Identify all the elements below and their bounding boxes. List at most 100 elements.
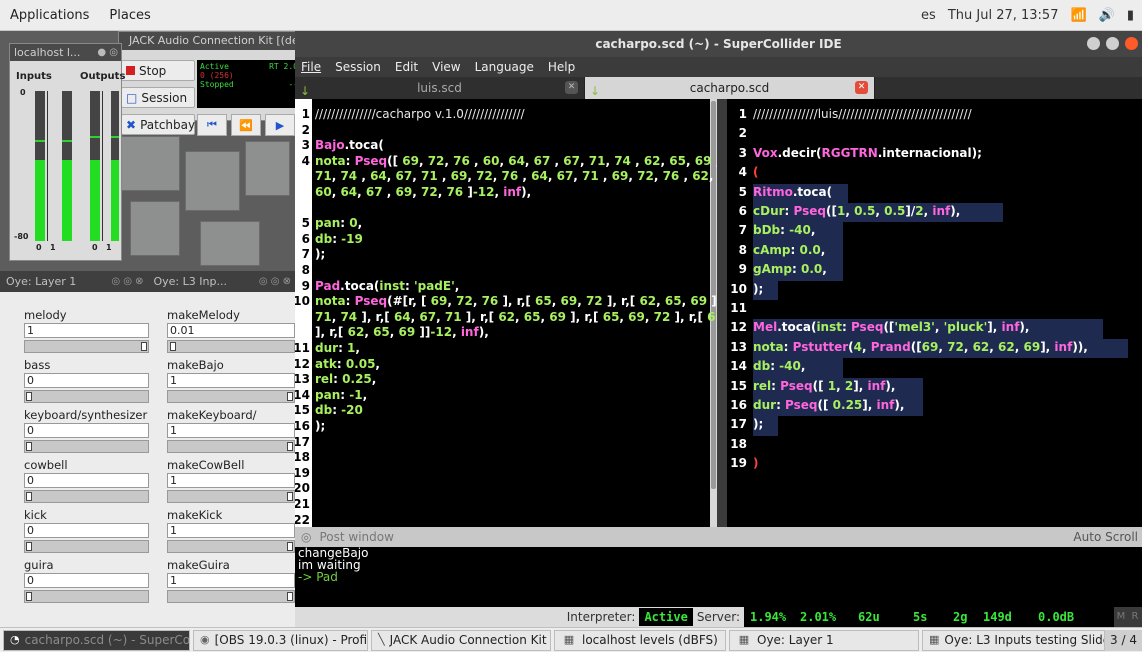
output-meter-0 <box>90 91 100 241</box>
levels-titlebar[interactable]: localhost l... ● ◎ <box>10 44 121 61</box>
keyboard-layout-indicator[interactable]: es <box>921 8 936 23</box>
jack-patchbay-button[interactable]: ✖ Patchbay <box>121 114 195 135</box>
line-number: 9 <box>301 278 310 293</box>
slider-track[interactable] <box>24 540 149 553</box>
oye-layer1-titlebar[interactable]: Oye: Layer 1 ◎ ◎ ⊗ <box>0 271 148 292</box>
slider-track[interactable] <box>24 340 149 353</box>
close-icon[interactable] <box>1125 37 1138 50</box>
code-editor-cacharpo[interactable]: 1 2 3 4 5 6 7 8 9 10 11 12 13 14 15 16 17 18 19 20 21 22 ////… <box>295 99 717 527</box>
slider-track[interactable] <box>167 340 295 353</box>
wifi-icon[interactable]: 📶 <box>1070 8 1086 23</box>
slider-handle[interactable] <box>287 542 293 551</box>
slider-value-field[interactable]: 1 <box>167 423 295 438</box>
slider-track[interactable] <box>24 390 149 403</box>
slider-value-field[interactable]: 1 <box>167 473 295 488</box>
task-supercollider[interactable]: ◔ cacharpo.scd (~) - SuperCol... <box>3 629 190 651</box>
slider-handle[interactable] <box>141 342 147 351</box>
code-line: db: -20 <box>315 403 363 418</box>
clock[interactable]: Thu Jul 27, 13:57 <box>948 8 1059 23</box>
slider-track[interactable] <box>24 590 149 603</box>
jack-stop-button[interactable]: Stop <box>121 60 195 81</box>
slider-track[interactable] <box>167 590 295 603</box>
close-icon[interactable]: ✕ <box>855 81 868 94</box>
play-button[interactable]: ▶ <box>265 114 295 136</box>
jack-session-button[interactable]: □ Session <box>121 87 195 108</box>
slider-value-field[interactable]: 0 <box>24 573 149 588</box>
sc-editor-tabs: ↓ luis.scd ✕ ↓ cacharpo.scd ✕ <box>295 77 1142 99</box>
auto-scroll-toggle[interactable]: Auto Scroll <box>1073 527 1142 547</box>
slider-value-field[interactable]: 1 <box>24 323 149 338</box>
server-metrics[interactable]: 1.94% 2.01% 62u 5s 2g 149d 0.0dB <box>744 607 1114 627</box>
volume-icon[interactable]: 🔊 <box>1099 8 1115 23</box>
rewind-button[interactable]: ⏪ <box>231 114 261 136</box>
slider-handle[interactable] <box>26 542 32 551</box>
interpreter-label: Interpreter: <box>566 610 636 624</box>
slider-value-field[interactable]: 1 <box>167 523 295 538</box>
slider-value-field[interactable]: 0 <box>24 373 149 388</box>
applications-menu[interactable]: Applications <box>0 8 99 23</box>
oye-tab2-title: Oye: L3 Inp... <box>153 275 227 288</box>
slider-value-field[interactable]: 0 <box>24 473 149 488</box>
menu-view[interactable]: View <box>432 57 460 77</box>
line-number: 2 <box>301 122 310 137</box>
slider-value-field[interactable]: 0 <box>24 523 149 538</box>
menu-file[interactable]: File <box>301 57 321 77</box>
slider-track[interactable] <box>167 490 295 503</box>
slider-track[interactable] <box>24 440 149 453</box>
slider-control: makeKeyboard/1 <box>167 408 295 453</box>
slider-handle[interactable] <box>26 492 32 501</box>
menu-help[interactable]: Help <box>548 57 575 77</box>
slider-value-field[interactable]: 0.01 <box>167 323 295 338</box>
slider-handle[interactable] <box>287 492 293 501</box>
window-controls-icon[interactable]: ● ◎ <box>97 44 121 61</box>
slider-track[interactable] <box>167 440 295 453</box>
task-obs[interactable]: ◉ [OBS 19.0.3 (linux) - Profil... <box>193 629 368 651</box>
code-line: ); <box>315 247 326 262</box>
tab-cacharpo-scd[interactable]: ↓ cacharpo.scd ✕ <box>585 77 875 99</box>
slider-handle[interactable] <box>287 442 293 451</box>
menu-edit[interactable]: Edit <box>395 57 418 77</box>
post-line: changeBajo <box>298 546 369 560</box>
tab-cacharpo-label: cacharpo.scd <box>689 81 770 95</box>
slider-handle[interactable] <box>26 442 32 451</box>
workspace-pager[interactable]: 3 / 4 <box>1105 629 1142 651</box>
oye-l3-titlebar[interactable]: Oye: L3 Inp... ◎ ◎ ⊗ <box>148 271 296 292</box>
sc-titlebar[interactable]: cacharpo.scd (~) - SuperCollider IDE <box>295 31 1142 57</box>
code-editor-luis[interactable]: 1 2 3 4 5 6 7 8 9 10 11 12 13 14 15 16 17 18 19 //////////… <box>727 99 1142 527</box>
task-oye-l3[interactable]: ▦ Oye: L3 Inputs testing Sliders <box>922 629 1105 651</box>
slider-track[interactable] <box>167 390 295 403</box>
task-jack[interactable]: ╲ JACK Audio Connection Kit ... <box>371 629 551 651</box>
slider-control: makeMelody 0.01 <box>167 308 295 353</box>
tab-luis-scd[interactable]: ↓ luis.scd ✕ <box>295 77 585 99</box>
close-icon[interactable]: ✕ <box>565 81 578 94</box>
window-controls-icon[interactable]: ◎ ◎ ⊗ <box>111 271 147 292</box>
interpreter-status[interactable]: Active <box>639 608 693 626</box>
slider-track[interactable] <box>167 540 295 553</box>
places-menu[interactable]: Places <box>99 8 160 23</box>
mute-button[interactable]: M <box>1114 607 1128 627</box>
post-window-header: ◎ Post window Auto Scroll <box>295 527 1142 547</box>
supercollider-icon: ◔ <box>10 633 20 646</box>
slider-value-field[interactable]: 1 <box>167 573 295 588</box>
battery-icon[interactable]: ▮ <box>1127 8 1134 23</box>
rewind-start-button[interactable]: ⏮ <box>197 114 227 136</box>
menu-language[interactable]: Language <box>475 57 534 77</box>
record-button[interactable]: R <box>1128 607 1142 627</box>
slider-handle[interactable] <box>170 342 176 351</box>
line-number: 15 <box>295 403 310 418</box>
slider-handle[interactable] <box>287 592 293 601</box>
slider-handle[interactable] <box>26 392 32 401</box>
slider-value-field[interactable]: 0 <box>24 423 149 438</box>
task-levels[interactable]: ▦ localhost levels (dBFS) <box>554 629 726 651</box>
slider-value-field[interactable]: 1 <box>167 373 295 388</box>
slider-handle[interactable] <box>287 392 293 401</box>
minimize-icon[interactable] <box>1087 37 1100 50</box>
window-controls-icon[interactable]: ◎ ◎ ⊗ <box>259 271 295 292</box>
task-oye-layer1[interactable]: ▦ Oye: Layer 1 <box>729 629 919 651</box>
slider-track[interactable] <box>24 490 149 503</box>
jack-title[interactable]: JACK Audio Connection Kit [(default) <box>119 32 299 50</box>
maximize-icon[interactable] <box>1106 37 1119 50</box>
line-number: 17 <box>730 417 747 432</box>
menu-session[interactable]: Session <box>335 57 381 77</box>
slider-handle[interactable] <box>26 592 32 601</box>
